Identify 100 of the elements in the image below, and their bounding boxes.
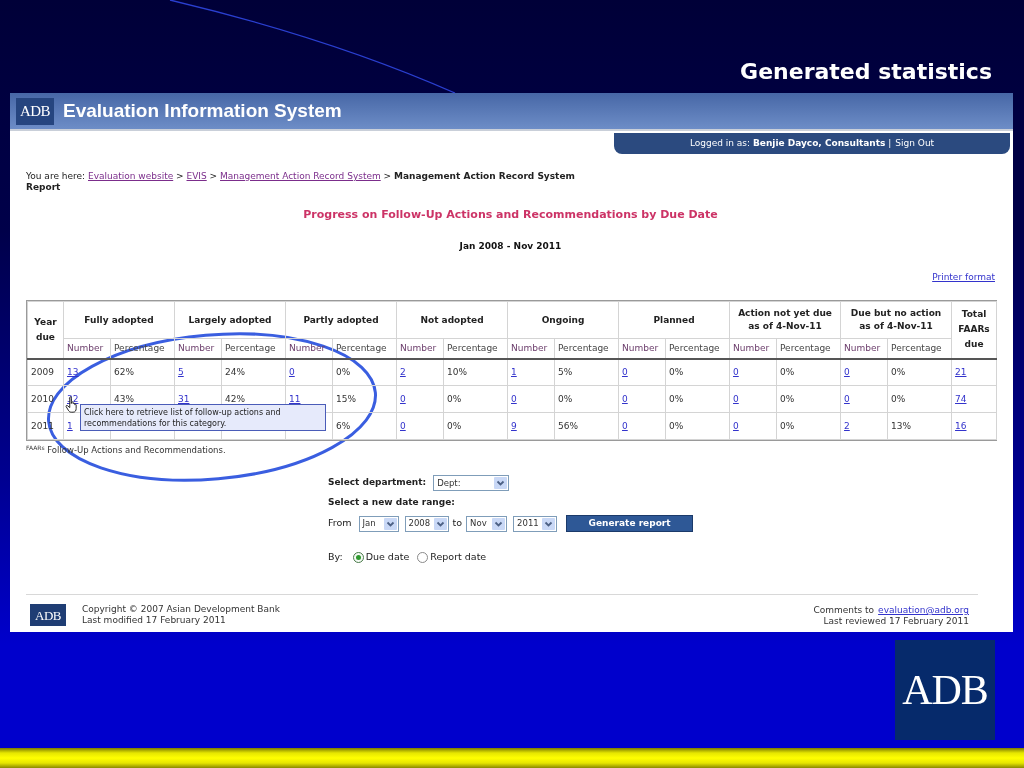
report-period: Jan 2008 - Nov 2011 bbox=[458, 240, 563, 252]
adb-logo: ADB bbox=[895, 640, 995, 740]
table-cell: 0% bbox=[776, 358, 841, 386]
printer-format-link[interactable]: Printer format bbox=[932, 271, 995, 283]
count-link[interactable]: 0 bbox=[289, 367, 295, 378]
breadcrumb-link[interactable]: Evaluation website bbox=[88, 171, 174, 181]
column-subheader: Number bbox=[507, 338, 555, 359]
year-select[interactable]: 2008 bbox=[404, 515, 449, 532]
table-cell: 2009 bbox=[27, 358, 64, 386]
breadcrumb-link[interactable]: Management Action Record System bbox=[220, 171, 381, 181]
table-cell: 10% bbox=[443, 358, 508, 386]
table-cell: 0% bbox=[443, 412, 508, 440]
count-link[interactable]: 5 bbox=[178, 367, 184, 378]
sign-out-link[interactable]: Sign Out bbox=[895, 136, 935, 151]
table-cell: 2010 bbox=[27, 385, 64, 413]
column-header: Fully adopted bbox=[63, 301, 175, 339]
year-select[interactable]: 2011 bbox=[513, 515, 558, 532]
count-link[interactable]: 9 bbox=[511, 421, 517, 431]
table-cell: 0% bbox=[332, 358, 397, 386]
slide-title: Generated statistics bbox=[740, 59, 992, 85]
count-link[interactable]: 0 bbox=[622, 367, 628, 378]
count-link[interactable]: 0 bbox=[622, 394, 628, 404]
department-select[interactable]: Dept: bbox=[433, 475, 510, 491]
column-subheader: Number bbox=[729, 338, 777, 359]
count-link[interactable]: 0 bbox=[733, 394, 739, 404]
comments-label: Comments to bbox=[813, 605, 875, 616]
count-link[interactable]: 31 bbox=[178, 394, 190, 404]
table-cell: 0% bbox=[443, 385, 508, 413]
department-label: Select department: bbox=[328, 476, 427, 490]
copyright-text: Copyright © 2007 Asian Development Bank bbox=[82, 604, 280, 615]
count-link[interactable]: 0 bbox=[733, 421, 739, 431]
count-link[interactable]: 2 bbox=[400, 367, 406, 378]
table-cell: 15% bbox=[332, 385, 397, 413]
last-modified-text: Last modified 17 February 2011 bbox=[82, 615, 227, 626]
column-header: Action not yet due as of 4-Nov-11 bbox=[729, 301, 841, 339]
generate-report-button[interactable]: Generate report bbox=[566, 515, 694, 532]
radio-button[interactable] bbox=[352, 551, 364, 563]
column-header: Total FAARs due bbox=[951, 301, 997, 359]
table-cell: 0% bbox=[776, 385, 841, 413]
adb-logo: ADB bbox=[16, 97, 54, 125]
tooltip: Click here to retrieve list of follow-up actions and recommendations for this category. bbox=[80, 404, 326, 431]
radio-label[interactable]: Report date bbox=[430, 549, 487, 565]
column-subheader: Number bbox=[396, 338, 444, 359]
column-header: Due but no action as of 4-Nov-11 bbox=[840, 301, 952, 339]
from-label: From bbox=[328, 516, 352, 531]
radio-button[interactable] bbox=[417, 551, 429, 563]
column-header: Partly adopted bbox=[285, 301, 397, 339]
table-cell: 0% bbox=[776, 412, 841, 440]
by-label: By: bbox=[328, 549, 343, 564]
column-subheader: Number bbox=[840, 338, 888, 359]
column-subheader: Percentage bbox=[554, 338, 619, 359]
count-link[interactable]: 16 bbox=[955, 421, 967, 431]
count-link[interactable]: 0 bbox=[844, 394, 850, 404]
table-cell: 0% bbox=[887, 358, 952, 386]
table-cell: 13% bbox=[887, 412, 952, 440]
table-cell: 0% bbox=[665, 412, 730, 440]
count-link[interactable]: 74 bbox=[955, 394, 967, 404]
table-cell: 24% bbox=[221, 358, 286, 386]
column-subheader: Percentage bbox=[443, 338, 508, 359]
count-link[interactable]: 0 bbox=[844, 367, 850, 378]
column-subheader: Number bbox=[63, 338, 111, 359]
login-status: Logged in as: Benjie Dayco, Consultants | bbox=[689, 136, 892, 150]
count-link[interactable]: 1 bbox=[511, 367, 517, 378]
column-subheader: Number bbox=[285, 338, 333, 359]
email-link[interactable]: evaluation@adb.org bbox=[878, 605, 969, 616]
count-link[interactable]: 2 bbox=[844, 421, 850, 431]
count-link[interactable]: 11 bbox=[289, 394, 301, 404]
column-subheader: Percentage bbox=[776, 338, 841, 359]
dropdown-arrow-icon bbox=[494, 477, 508, 489]
column-header: Planned bbox=[618, 301, 730, 339]
month-select[interactable]: Jan bbox=[358, 515, 399, 532]
month-select[interactable]: Nov bbox=[466, 515, 508, 532]
breadcrumb: You are here: Evaluation website > EVIS > Management Action Record System > Management Action Record System Report bbox=[26, 171, 576, 193]
column-header: Largely adopted bbox=[174, 301, 286, 339]
count-link[interactable]: 0 bbox=[400, 394, 406, 404]
column-header: Not adopted bbox=[396, 301, 508, 339]
to-label: to bbox=[452, 516, 463, 531]
breadcrumb-link[interactable]: EVIS bbox=[186, 171, 207, 181]
table-cell: 0% bbox=[887, 385, 952, 413]
column-subheader: Number bbox=[174, 338, 222, 359]
radio-label[interactable]: Due date bbox=[365, 549, 410, 565]
column-subheader: Percentage bbox=[665, 338, 730, 359]
app-title: Evaluation Information System bbox=[63, 98, 342, 123]
count-link[interactable]: 21 bbox=[955, 367, 967, 378]
count-link[interactable]: 0 bbox=[733, 367, 739, 378]
column-subheader: Percentage bbox=[332, 338, 397, 359]
column-subheader: Percentage bbox=[221, 338, 286, 359]
count-link[interactable]: 0 bbox=[622, 421, 628, 431]
table-cell: 62% bbox=[110, 358, 175, 386]
column-header: Year due bbox=[27, 301, 64, 359]
last-reviewed-text: Last reviewed 17 February 2011 bbox=[823, 616, 969, 627]
table-cell: 0% bbox=[665, 358, 730, 386]
count-link[interactable]: 0 bbox=[511, 394, 517, 404]
table-cell: 0% bbox=[554, 385, 619, 413]
count-link[interactable]: 13 bbox=[67, 367, 79, 378]
adb-logo: ADB bbox=[30, 604, 66, 626]
report-title: Progress on Follow-Up Actions and Recommendations by Due Date bbox=[302, 208, 719, 222]
count-link[interactable]: 0 bbox=[400, 421, 406, 431]
table-cell: 5% bbox=[554, 358, 619, 386]
count-link[interactable]: 1 bbox=[67, 421, 73, 431]
